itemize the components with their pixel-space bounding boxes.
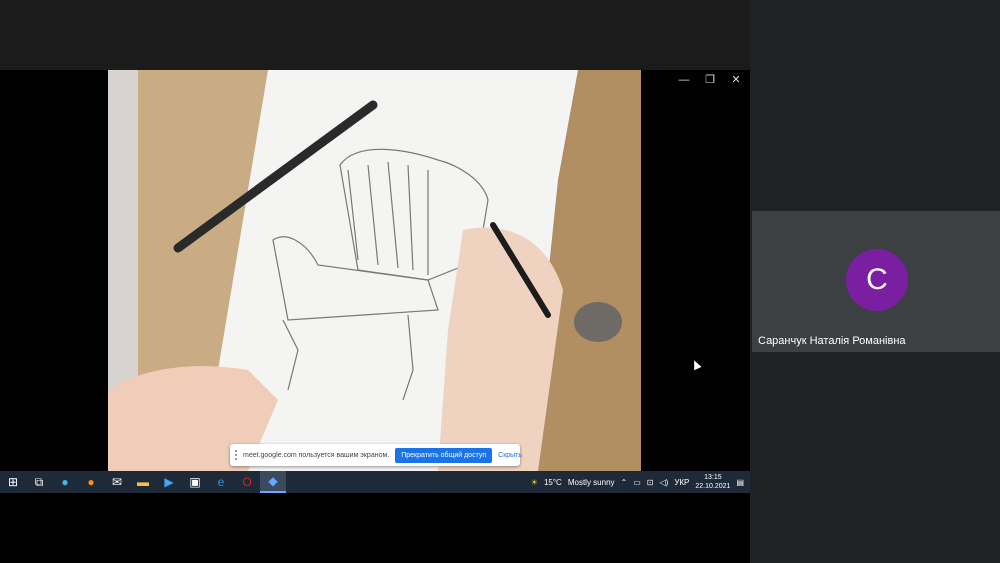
participant-name: Саранчук Наталія Романівна bbox=[758, 335, 906, 347]
language-indicator[interactable]: УКР bbox=[674, 478, 689, 487]
window-controls: — ❐ ✕ bbox=[676, 72, 744, 88]
edge-icon[interactable]: ● bbox=[52, 471, 78, 493]
shared-video bbox=[108, 70, 641, 471]
shared-screen: — ❐ ✕ meet.google.com пользуется вашим э… bbox=[0, 0, 750, 563]
weather-temp[interactable]: 15°C bbox=[544, 478, 562, 487]
top-bar bbox=[0, 0, 750, 70]
close-icon[interactable]: ✕ bbox=[728, 72, 744, 88]
weather-icon[interactable]: ☀ bbox=[531, 478, 538, 487]
network-icon[interactable]: ⊡ bbox=[647, 478, 654, 487]
mail-icon[interactable]: ✉ bbox=[104, 471, 130, 493]
clock-time: 13:15 bbox=[704, 474, 722, 481]
drag-handle-icon[interactable] bbox=[235, 450, 237, 460]
drawing-scene-image bbox=[108, 70, 641, 471]
screen-share-bar: meet.google.com пользуется вашим экраном… bbox=[230, 444, 522, 466]
volume-icon[interactable]: ◁) bbox=[659, 478, 668, 487]
restore-icon[interactable]: ❐ bbox=[702, 72, 718, 88]
opera-icon[interactable]: O bbox=[234, 471, 260, 493]
notifications-icon[interactable]: ▤ bbox=[736, 478, 744, 487]
share-message: meet.google.com пользуется вашим экраном… bbox=[243, 451, 390, 459]
clock-date: 22.10.2021 bbox=[695, 483, 731, 490]
weather-text[interactable]: Mostly sunny bbox=[568, 478, 615, 487]
start-icon[interactable]: ⊞ bbox=[0, 471, 26, 493]
tray-chevron-icon[interactable]: ⌃ bbox=[621, 478, 628, 487]
participant-tile[interactable]: С Саранчук Наталія Романівна bbox=[752, 211, 1000, 352]
taskbar: ⊞ ⧉ ● ● ✉ ▬ ▶ ▣ e O ◆ ☀ 15°C Mostly sunn… bbox=[0, 471, 750, 493]
file-manager-icon[interactable]: ▬ bbox=[130, 471, 156, 493]
hide-button[interactable]: Скрыть bbox=[498, 452, 522, 459]
task-view-icon[interactable]: ⧉ bbox=[26, 471, 52, 493]
bottom-area bbox=[0, 493, 750, 563]
media-player-icon[interactable]: ▶ bbox=[156, 471, 182, 493]
clock[interactable]: 13:15 22.10.2021 bbox=[695, 473, 730, 491]
remote-icon[interactable]: ◆ bbox=[260, 471, 286, 493]
ie-icon[interactable]: e bbox=[208, 471, 234, 493]
stop-sharing-button[interactable]: Прекратить общий доступ bbox=[395, 447, 493, 463]
battery-icon[interactable]: ▭ bbox=[633, 478, 641, 487]
system-tray: ☀ 15°C Mostly sunny ⌃ ▭ ⊡ ◁) УКР 13:15 2… bbox=[531, 473, 750, 491]
avatar: С bbox=[846, 249, 908, 311]
firefox-icon[interactable]: ● bbox=[78, 471, 104, 493]
minimize-icon[interactable]: — bbox=[676, 72, 692, 88]
store-icon[interactable]: ▣ bbox=[182, 471, 208, 493]
